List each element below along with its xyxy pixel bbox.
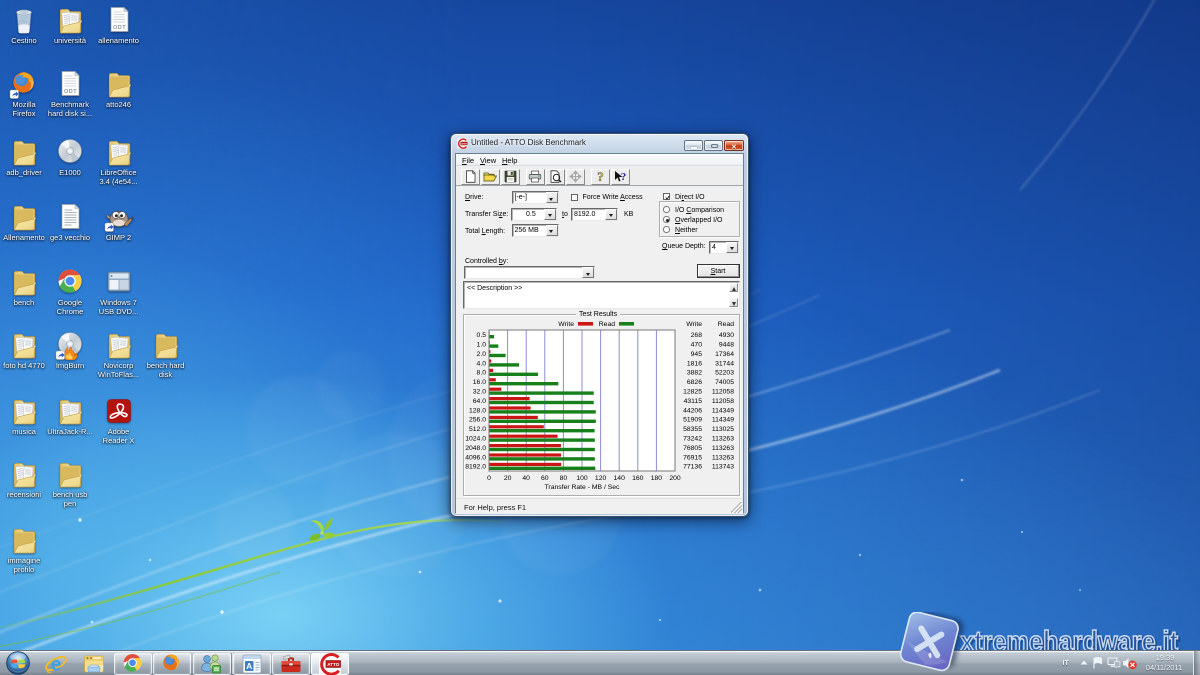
svg-text:Write: Write xyxy=(686,321,702,328)
svg-text:2048.0: 2048.0 xyxy=(465,445,486,452)
svg-text:0.5: 0.5 xyxy=(477,332,487,339)
svg-text:200: 200 xyxy=(669,475,681,482)
svg-text:114349: 114349 xyxy=(712,417,734,424)
svg-text:512.0: 512.0 xyxy=(469,426,486,433)
svg-text:20: 20 xyxy=(504,475,512,482)
svg-text:1.0: 1.0 xyxy=(477,342,487,349)
svg-text:1816: 1816 xyxy=(687,360,702,367)
svg-text:100: 100 xyxy=(576,475,588,482)
svg-text:40: 40 xyxy=(522,475,530,482)
svg-text:?: ? xyxy=(620,171,626,183)
svg-text:77136: 77136 xyxy=(683,464,702,471)
svg-text:e: e xyxy=(51,655,62,675)
svg-text:114349: 114349 xyxy=(712,407,734,414)
svg-text:51909: 51909 xyxy=(683,417,702,424)
svg-text:2.0: 2.0 xyxy=(477,351,487,358)
svg-text:113263: 113263 xyxy=(712,454,734,461)
svg-text:Read: Read xyxy=(599,321,615,328)
svg-text:1024.0: 1024.0 xyxy=(465,436,486,443)
svg-text:268: 268 xyxy=(691,332,703,339)
svg-text:58355: 58355 xyxy=(683,426,702,433)
svg-text:31744: 31744 xyxy=(715,360,734,367)
svg-text:9448: 9448 xyxy=(719,342,734,349)
svg-text:16.0: 16.0 xyxy=(473,379,486,386)
svg-text:160: 160 xyxy=(632,475,644,482)
svg-text:945: 945 xyxy=(691,351,703,358)
svg-text:80: 80 xyxy=(560,475,568,482)
svg-text:4930: 4930 xyxy=(719,332,734,339)
svg-text:64.0: 64.0 xyxy=(473,398,486,405)
svg-text:44206: 44206 xyxy=(683,407,702,414)
svg-text:113025: 113025 xyxy=(712,426,734,433)
svg-text:Write: Write xyxy=(558,321,574,328)
svg-text:52203: 52203 xyxy=(715,370,734,377)
svg-text:180: 180 xyxy=(651,475,663,482)
svg-text:?: ? xyxy=(597,170,604,183)
svg-text:0: 0 xyxy=(487,475,491,482)
svg-text:8192.0: 8192.0 xyxy=(465,464,486,471)
svg-text:140: 140 xyxy=(614,475,626,482)
svg-text:4096.0: 4096.0 xyxy=(465,454,486,461)
svg-text:112058: 112058 xyxy=(712,389,734,396)
svg-text:60: 60 xyxy=(541,475,549,482)
svg-text:8.0: 8.0 xyxy=(477,370,487,377)
svg-text:470: 470 xyxy=(691,342,703,349)
svg-text:113263: 113263 xyxy=(712,445,734,452)
svg-text:128.0: 128.0 xyxy=(469,407,486,414)
svg-text:32.0: 32.0 xyxy=(473,389,486,396)
svg-text:112058: 112058 xyxy=(712,398,734,405)
svg-text:74005: 74005 xyxy=(715,379,734,386)
svg-text:6826: 6826 xyxy=(687,379,702,386)
svg-text:Transfer Rate - MB / Sec: Transfer Rate - MB / Sec xyxy=(545,484,621,491)
svg-text:A: A xyxy=(246,661,252,671)
svg-text:120: 120 xyxy=(595,475,607,482)
svg-text:Read: Read xyxy=(718,321,734,328)
svg-text:73242: 73242 xyxy=(683,436,702,443)
svg-text:3882: 3882 xyxy=(687,370,702,377)
svg-text:43115: 43115 xyxy=(684,398,703,405)
svg-text:12825: 12825 xyxy=(683,389,702,396)
svg-text:17364: 17364 xyxy=(715,351,734,358)
svg-text:256.0: 256.0 xyxy=(469,417,486,424)
svg-text:4.0: 4.0 xyxy=(477,360,487,367)
svg-text:113263: 113263 xyxy=(712,436,734,443)
svg-text:ATTO: ATTO xyxy=(327,662,340,667)
svg-text:113743: 113743 xyxy=(712,464,734,471)
svg-text:76915: 76915 xyxy=(683,454,702,461)
svg-text:76805: 76805 xyxy=(683,445,702,452)
